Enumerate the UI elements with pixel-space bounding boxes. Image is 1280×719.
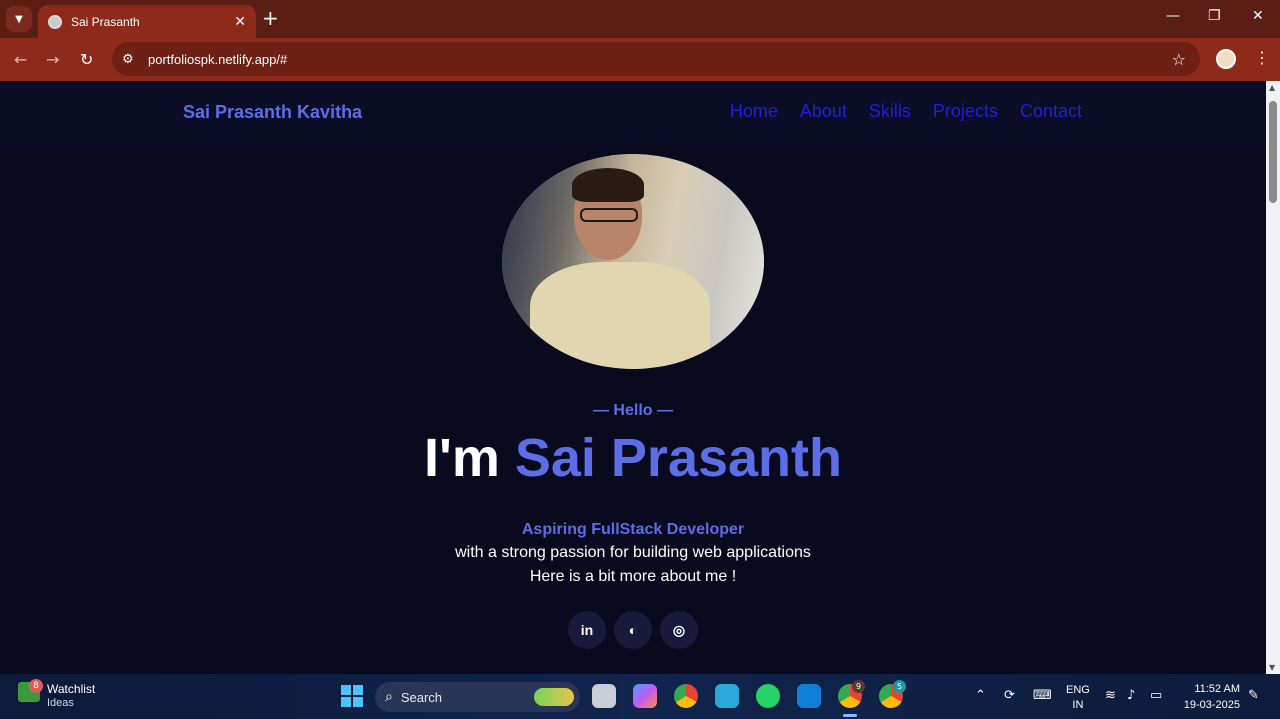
nav-home[interactable]: Home (730, 101, 778, 122)
clock-time: 11:52 AM (1194, 683, 1240, 695)
search-highlight-icon (534, 688, 574, 706)
vscode-icon[interactable] (797, 684, 821, 708)
widget-badge: 8 (29, 679, 43, 693)
scroll-up-icon[interactable]: ▲ (1269, 83, 1275, 92)
reload-icon[interactable]: ↻ (80, 50, 93, 69)
chrome-badge: 9 (852, 680, 865, 693)
whatsapp-icon[interactable] (756, 684, 780, 708)
keyboard-icon[interactable]: ⌨ (1033, 688, 1052, 703)
notification-icon[interactable]: ✎ (1248, 688, 1259, 703)
instagram-icon[interactable]: ◎ (660, 611, 698, 649)
role-text: Aspiring FullStack Developer (521, 521, 745, 538)
taskbar-search[interactable]: ⌕ Search (375, 682, 580, 712)
social-links: in ◐ ◎ (568, 611, 698, 649)
wifi-icon[interactable]: ≋ (1105, 688, 1116, 703)
lang-bottom: IN (1072, 699, 1084, 711)
nav-about[interactable]: About (800, 101, 847, 122)
profile-avatar[interactable] (1216, 49, 1236, 69)
profile-photo (502, 154, 764, 369)
tagline-text: with a strong passion for building web a… (455, 544, 811, 561)
tray-overflow-icon[interactable]: ⌃ (975, 688, 986, 703)
bookmark-star-icon[interactable]: ☆ (1172, 50, 1186, 69)
copilot-icon[interactable] (633, 684, 657, 708)
site-info-icon[interactable]: ⚙ (122, 52, 142, 67)
url-text[interactable]: portfoliospk.netlify.app/# (148, 52, 287, 67)
language-indicator[interactable]: ENG IN (1066, 683, 1090, 713)
task-view-icon[interactable] (592, 684, 616, 708)
headline-name: Sai Prasanth (514, 428, 842, 488)
minimize-button[interactable]: — (1166, 8, 1180, 24)
headline-prefix: I'm (423, 428, 515, 488)
start-windows-icon[interactable] (341, 685, 363, 707)
lang-top: ENG (1066, 684, 1090, 696)
browser-menu-icon[interactable]: ⋮ (1254, 48, 1270, 67)
files-app-icon[interactable] (715, 684, 739, 708)
search-icon: ⌕ (385, 689, 393, 705)
clock-date: 19-03-2025 (1183, 699, 1240, 711)
about-teaser-text: Here is a bit more about me ! (529, 568, 737, 585)
active-app-indicator (843, 714, 857, 717)
clock[interactable]: 11:52 AM 19-03-2025 (1180, 681, 1240, 713)
scroll-down-icon[interactable]: ▼ (1269, 663, 1275, 672)
chrome-icon[interactable] (674, 684, 698, 708)
battery-icon[interactable]: ▭ (1150, 688, 1162, 703)
scroll-thumb[interactable] (1269, 101, 1277, 203)
widget-subtitle[interactable]: Ideas (47, 697, 74, 709)
hello-text: — Hello — (592, 402, 673, 419)
globe-icon (48, 14, 62, 29)
linkedin-icon[interactable]: in (568, 611, 606, 649)
volume-icon[interactable]: ♪ (1127, 688, 1135, 703)
page-scrollbar[interactable]: ▲ ▼ (1266, 81, 1280, 674)
nav-projects[interactable]: Projects (933, 101, 998, 122)
maximize-button[interactable]: ❐ (1208, 8, 1221, 24)
close-window-button[interactable]: ✕ (1252, 8, 1264, 24)
forward-arrow-icon[interactable]: → (46, 50, 59, 69)
tab-title: Sai Prasanth (71, 14, 140, 29)
tab-close-button[interactable]: ✕ (234, 14, 246, 30)
site-brand[interactable]: Sai Prasanth Kavitha (183, 102, 362, 123)
new-tab-button[interactable]: + (262, 8, 279, 28)
hero-headline: I'm Sai Prasanth (0, 427, 1266, 489)
browser-toolbar: ← → ↻ ⚙ portfoliospk.netlify.app/# ☆ (0, 38, 1280, 81)
nav-skills[interactable]: Skills (869, 101, 911, 122)
widget-title[interactable]: Watchlist (47, 682, 95, 696)
nav-links: Home About Skills Projects Contact (730, 101, 1082, 122)
windows-taskbar: 8 Watchlist Ideas ⌕ Search 9 5 ⌃ ⟳ ⌨ ENG… (0, 674, 1280, 719)
sync-icon[interactable]: ⟳ (1004, 688, 1015, 703)
github-icon[interactable]: ◐ (614, 611, 652, 649)
search-label: Search (400, 689, 443, 705)
web-page: Sai Prasanth Kavitha Home About Skills P… (0, 81, 1266, 674)
chrome-badge-2: 5 (893, 680, 906, 693)
back-arrow-icon[interactable]: ← (14, 50, 27, 69)
site-navbar: Sai Prasanth Kavitha Home About Skills P… (0, 81, 1266, 145)
browser-tab[interactable]: Sai Prasanth ✕ (38, 5, 256, 38)
tab-search-button[interactable]: ▼ (6, 6, 32, 32)
browser-tab-strip: ▼ Sai Prasanth ✕ + — ❐ ✕ (0, 0, 1280, 38)
nav-contact[interactable]: Contact (1020, 101, 1082, 122)
address-bar[interactable]: ⚙ portfoliospk.netlify.app/# ☆ (112, 42, 1200, 76)
